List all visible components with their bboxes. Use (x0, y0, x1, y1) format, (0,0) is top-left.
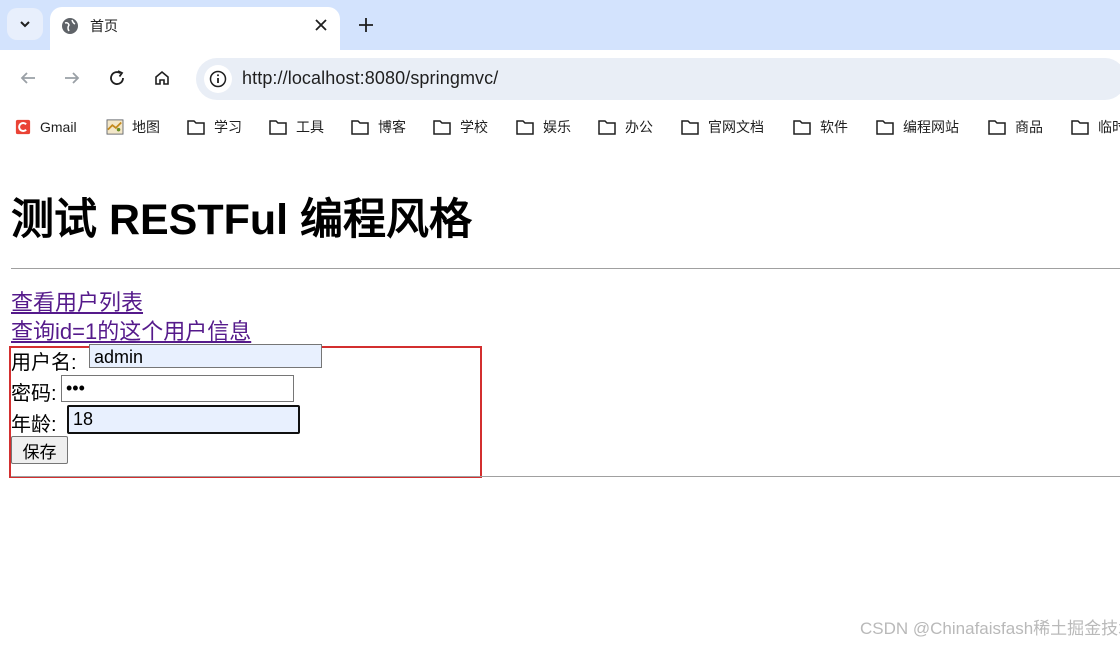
reload-button[interactable] (105, 66, 129, 90)
forward-button[interactable] (60, 66, 84, 90)
arrow-left-icon (20, 72, 35, 84)
folder-icon (876, 120, 894, 135)
bookmark-folder-tools[interactable]: 工具 (269, 117, 324, 137)
reload-icon (110, 70, 124, 85)
bookmark-folder-programming[interactable]: 编程网站 (876, 117, 959, 137)
bookmark-folder-study[interactable]: 学习 (187, 117, 242, 137)
tab-search-button[interactable] (7, 8, 43, 40)
bookmark-label: 地图 (132, 119, 160, 135)
bookmark-folder-entertainment[interactable]: 娱乐 (516, 117, 571, 137)
site-info-button[interactable] (204, 65, 232, 93)
bookmarks-bar: Gmail 地图 学习 工具 博客 学校 娱乐 办公 官网文档 软件 编程网站 … (0, 108, 1120, 144)
username-label: 用户名: (11, 352, 77, 374)
folder-icon (516, 120, 534, 135)
tab-strip: 首页 (0, 0, 1120, 50)
bookmark-label: 软件 (820, 119, 848, 135)
bookmark-folder-blog[interactable]: 博客 (351, 117, 406, 137)
password-label: 密码: (11, 383, 57, 405)
page-title: 测试 RESTFul 编程风格 (11, 196, 473, 244)
bookmark-label: 办公 (625, 119, 653, 135)
folder-icon (988, 120, 1006, 135)
folder-icon (433, 120, 451, 135)
back-button[interactable] (16, 66, 40, 90)
folder-icon (793, 120, 811, 135)
url-text[interactable]: http://localhost:8080/springmvc/ (242, 68, 498, 89)
active-tab[interactable]: 首页 (50, 7, 340, 50)
watermark-text: CSDN @Chinafaisfash稀土掘金技术社区 (860, 619, 1120, 638)
close-tab-button[interactable] (312, 16, 330, 34)
age-input[interactable]: 18 (67, 405, 300, 434)
bookmark-label: 商品 (1015, 119, 1043, 135)
bookmark-folder-office[interactable]: 办公 (598, 117, 653, 137)
bookmark-label: 编程网站 (903, 119, 959, 135)
new-tab-button[interactable] (355, 14, 377, 36)
arrow-right-icon (65, 72, 80, 84)
age-label: 年龄: (11, 414, 57, 436)
username-input[interactable]: admin (89, 344, 322, 368)
bookmark-folder-temp[interactable]: 临时 (1071, 117, 1120, 137)
bookmark-label: Gmail (40, 119, 77, 135)
bookmark-gmail[interactable]: Gmail (14, 117, 77, 137)
map-icon (106, 119, 124, 135)
plus-icon (359, 18, 373, 32)
folder-icon (269, 120, 287, 135)
gmail-icon (15, 119, 31, 135)
user-list-link[interactable]: 查看用户列表 (11, 285, 143, 317)
save-button[interactable]: 保存 (11, 436, 68, 464)
home-icon (155, 70, 169, 85)
folder-icon (681, 120, 699, 135)
bookmark-folder-school[interactable]: 学校 (433, 117, 488, 137)
globe-icon (62, 18, 78, 34)
bookmark-label: 娱乐 (543, 119, 571, 135)
tab-title: 首页 (90, 18, 118, 34)
bookmark-label: 学校 (460, 119, 488, 135)
address-bar[interactable]: http://localhost:8080/springmvc/ (196, 58, 1120, 100)
folder-icon (1071, 120, 1089, 135)
bookmark-label: 工具 (296, 119, 324, 135)
user-detail-link[interactable]: 查询id=1的这个用户信息 (11, 314, 251, 346)
bookmark-label: 官网文档 (708, 119, 764, 135)
folder-icon (351, 120, 369, 135)
bookmark-folder-docs[interactable]: 官网文档 (681, 117, 764, 137)
divider (11, 476, 1120, 477)
bookmark-label: 临时 (1098, 119, 1120, 135)
folder-icon (598, 120, 616, 135)
bookmark-map[interactable]: 地图 (105, 117, 160, 137)
bookmark-folder-goods[interactable]: 商品 (988, 117, 1043, 137)
folder-icon (187, 120, 205, 135)
bookmark-label: 博客 (378, 119, 406, 135)
chevron-down-icon (20, 21, 30, 28)
info-icon (209, 70, 227, 88)
browser-toolbar: http://localhost:8080/springmvc/ (0, 50, 1120, 108)
home-button[interactable] (150, 66, 174, 90)
bookmark-label: 学习 (214, 119, 242, 135)
password-input[interactable]: ••• (61, 375, 294, 402)
divider (11, 268, 1120, 269)
close-icon (315, 19, 327, 31)
bookmark-folder-software[interactable]: 软件 (793, 117, 848, 137)
